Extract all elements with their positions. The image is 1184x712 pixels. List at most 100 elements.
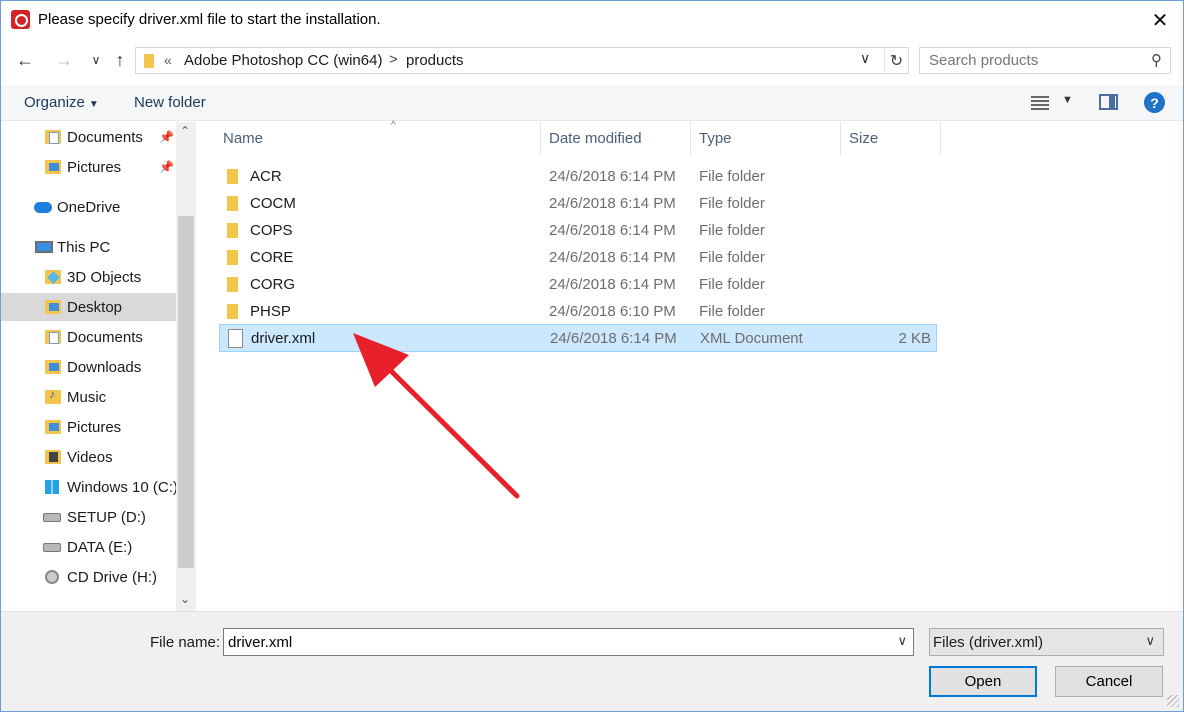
column-header-date-modified[interactable]: Date modified [541,122,691,155]
breadcrumb-products[interactable]: products [406,52,464,69]
videos-folder-icon [45,450,61,464]
file-type-filter-select[interactable]: Files (driver.xml) ∨ [929,628,1164,656]
sidebar-item-onedrive[interactable]: OneDrive [1,193,176,221]
sidebar-item-music[interactable]: Music [1,383,176,411]
column-header-size[interactable]: Size [841,122,941,155]
file-row-cops[interactable]: COPS 24/6/2018 6:14 PM File folder [219,217,937,244]
sidebar-item-documents-quick[interactable]: Documents 📌 [1,123,176,151]
cancel-button[interactable]: Cancel [1055,666,1163,697]
scroll-up-chevron-icon[interactable]: ⌃ [180,124,190,138]
file-name: COPS [250,222,293,239]
sidebar-item-3d-objects[interactable]: 3D Objects [1,263,176,291]
column-header-label: Name [223,130,264,147]
command-toolbar: Organize ▼ New folder ▼ ? [1,85,1183,121]
drive-icon [43,542,61,552]
close-button[interactable]: ✕ [1137,1,1183,39]
sidebar-item-desktop[interactable]: Desktop [1,293,176,321]
folder-icon [227,196,238,211]
sidebar-item-this-pc[interactable]: This PC [1,233,176,261]
file-date: 24/6/2018 6:14 PM [550,330,677,347]
scroll-down-chevron-icon[interactable]: ⌄ [180,592,190,606]
sidebar-item-label: Desktop [67,298,123,316]
column-header-name[interactable]: Name ^ [215,120,541,155]
new-folder-button[interactable]: New folder [134,94,206,111]
file-date: 24/6/2018 6:14 PM [549,222,676,239]
search-input[interactable] [920,48,1140,73]
column-header-type[interactable]: Type [691,122,841,155]
drive-icon [43,512,61,522]
folder-icon [144,54,154,68]
file-name: PHSP [250,303,291,320]
up-arrow-icon[interactable]: ↑ [109,49,131,71]
address-bar[interactable]: « Adobe Photoshop CC (win64) > products … [135,47,909,74]
chevron-down-icon: ∨ [1145,633,1155,648]
file-row-acr[interactable]: ACR 24/6/2018 6:14 PM File folder [219,163,937,190]
search-box[interactable]: ⚲ [919,47,1171,74]
sidebar-item-data-e[interactable]: DATA (E:) [1,533,176,561]
file-name-input[interactable] [224,629,884,655]
file-name: driver.xml [251,330,316,347]
folder-icon [227,169,238,184]
refresh-icon[interactable]: ↻ [884,49,908,72]
sidebar-item-downloads[interactable]: Downloads [1,353,176,381]
file-type-filter-value: Files (driver.xml) [933,634,1044,651]
sidebar-item-label: Documents [67,328,143,346]
sidebar-item-pictures[interactable]: Pictures [1,413,176,441]
file-row-driver-xml[interactable]: driver.xml 24/6/2018 6:14 PM XML Documen… [219,324,937,352]
pictures-folder-icon [45,160,61,174]
view-details-icon[interactable] [1031,95,1051,111]
sidebar-item-cd-drive-h[interactable]: CD Drive (H:) [1,563,176,591]
downloads-folder-icon [45,360,61,374]
sidebar-item-setup-d[interactable]: SETUP (D:) [1,503,176,531]
title-bar: Please specify driver.xml file to start … [1,1,1183,39]
back-arrow-icon[interactable]: ← [14,49,36,71]
navigation-pane: Documents 📌 Pictures 📌 OneDrive This PC … [1,122,197,611]
open-button[interactable]: Open [929,666,1037,697]
sidebar-item-videos[interactable]: Videos [1,443,176,471]
organize-label: Organize [24,94,85,111]
preview-pane-icon[interactable] [1099,94,1118,110]
documents-folder-icon [45,130,61,144]
breadcrumb-separator-icon[interactable]: > [389,51,398,68]
sidebar-item-windows-c[interactable]: Windows 10 (C:) [1,473,178,501]
breadcrumb-adobe-photoshop[interactable]: Adobe Photoshop CC (win64) [184,52,382,69]
file-row-core[interactable]: CORE 24/6/2018 6:14 PM File folder [219,244,937,271]
dialog-footer: File name: ∨ Files (driver.xml) ∨ Open C… [1,611,1183,711]
xml-document-icon [228,329,243,348]
view-options-caret-icon[interactable]: ▼ [1062,94,1073,106]
onedrive-cloud-icon [34,201,52,213]
sidebar-item-label: Music [67,388,107,406]
search-icon[interactable]: ⚲ [1151,51,1162,69]
scrollbar-thumb[interactable] [178,216,194,568]
file-name: CORE [250,249,294,266]
file-row-phsp[interactable]: PHSP 24/6/2018 6:10 PM File folder [219,298,937,325]
file-name: CORG [250,276,295,293]
forward-arrow-icon[interactable]: → [53,49,75,71]
breadcrumb-overflow-icon[interactable]: « [164,52,172,68]
organize-menu-button[interactable]: Organize ▼ [24,94,99,111]
file-type: XML Document [700,330,803,347]
pin-icon: 📌 [159,160,174,174]
resize-grip-icon[interactable] [1167,695,1179,707]
folder-icon [227,250,238,265]
recent-locations-chevron-icon[interactable]: ∨ [85,49,107,71]
file-date: 24/6/2018 6:10 PM [549,303,676,320]
file-date: 24/6/2018 6:14 PM [549,276,676,293]
navigation-pane-scrollbar[interactable]: ⌃ ⌄ [176,122,196,611]
navigation-bar: ← → ∨ ↑ « Adobe Photoshop CC (win64) > p… [1,41,1183,79]
help-icon[interactable]: ? [1144,92,1165,113]
file-row-corg[interactable]: CORG 24/6/2018 6:14 PM File folder [219,271,937,298]
file-name-combobox[interactable]: ∨ [223,628,914,656]
column-header-label: Date modified [549,130,642,147]
file-date: 24/6/2018 6:14 PM [549,249,676,266]
adobe-app-icon [11,10,30,29]
sidebar-item-pictures-quick[interactable]: Pictures 📌 [1,153,176,181]
sidebar-item-documents[interactable]: Documents [1,323,176,351]
chevron-down-icon[interactable]: ∨ [897,633,907,649]
file-name: COCM [250,195,296,212]
file-row-cocm[interactable]: COCM 24/6/2018 6:14 PM File folder [219,190,937,217]
address-dropdown-chevron-icon[interactable]: ∨ [860,50,870,67]
music-folder-icon [45,387,61,404]
file-size: 2 KB [898,330,931,347]
sidebar-item-label: Videos [67,448,113,466]
